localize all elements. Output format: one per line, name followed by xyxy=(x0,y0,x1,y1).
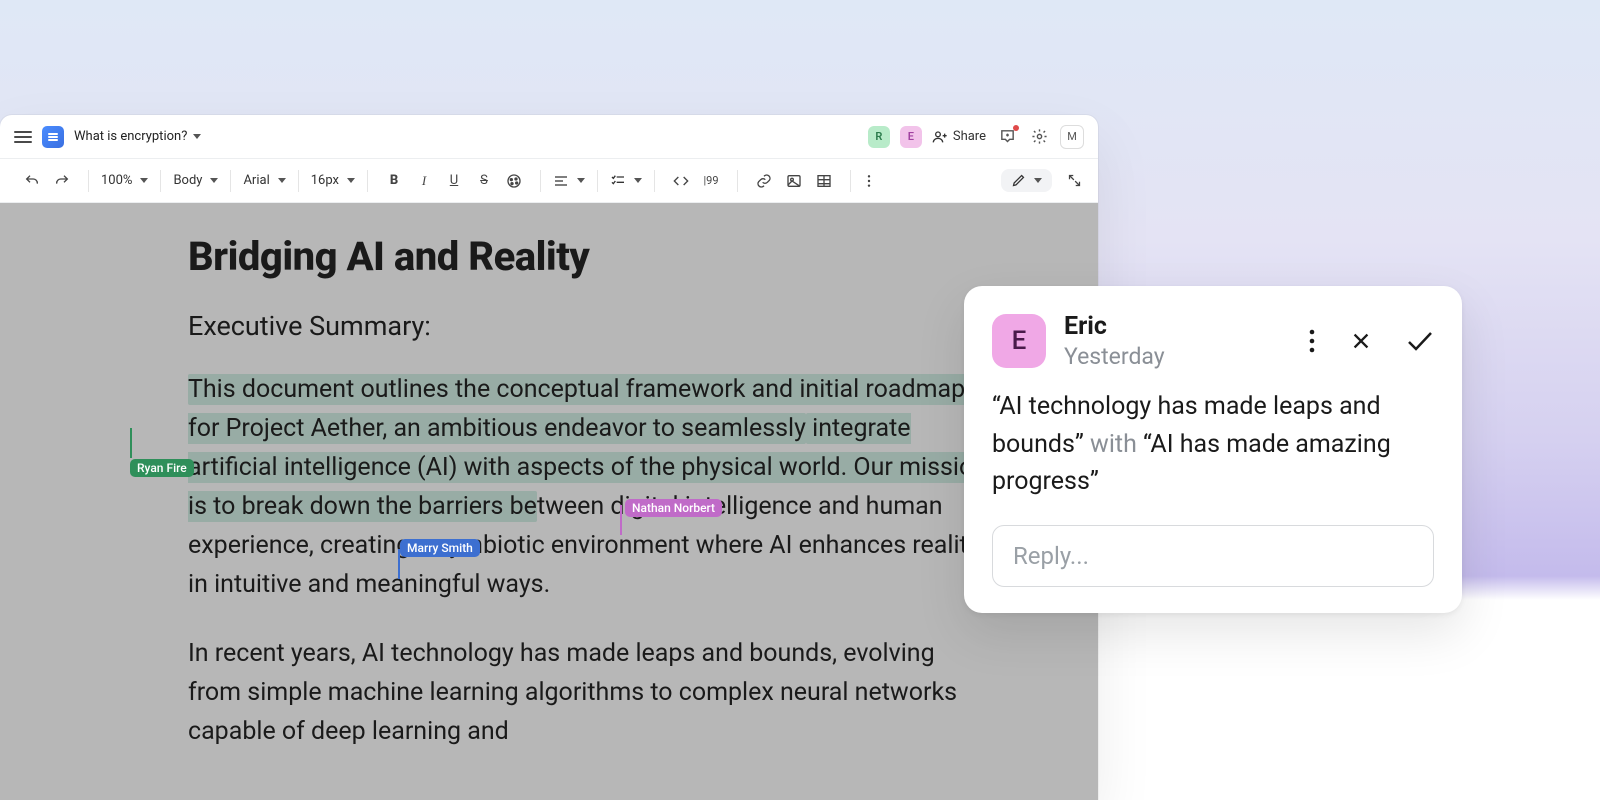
bold-button[interactable]: B xyxy=(384,167,404,195)
chevron-down-icon xyxy=(140,178,148,183)
doc-title-text: What is encryption? xyxy=(74,129,187,144)
notification-dot xyxy=(1013,125,1019,131)
size-select[interactable]: 16px xyxy=(307,173,359,188)
comment-avatar: E xyxy=(992,314,1046,368)
paragraph-2: In recent years, AI technology has made … xyxy=(188,634,988,751)
doc-heading: Bridging AI and Reality xyxy=(188,233,988,280)
pen-icon xyxy=(1011,173,1026,188)
doc-title[interactable]: What is encryption? xyxy=(74,129,201,144)
underline-button[interactable]: U xyxy=(444,167,464,195)
undo-button[interactable] xyxy=(22,167,42,195)
settings-icon[interactable] xyxy=(1028,126,1050,148)
reply-input[interactable]: Reply... xyxy=(992,525,1434,587)
code-button[interactable] xyxy=(671,167,691,195)
size-value: 16px xyxy=(311,173,339,188)
zoom-select[interactable]: 100% xyxy=(97,173,152,188)
line-number-button[interactable]: |99 xyxy=(701,167,721,195)
line-number-value: 99 xyxy=(706,174,718,187)
edit-mode-select[interactable] xyxy=(1001,169,1052,192)
redo-button[interactable] xyxy=(52,167,72,195)
align-left-icon xyxy=(553,173,569,189)
comment-header: E Eric Yesterday xyxy=(992,312,1434,370)
comment-card: E Eric Yesterday “AI technology has made… xyxy=(964,286,1462,613)
doc-app-icon xyxy=(42,126,64,148)
comment-timestamp: Yesterday xyxy=(1064,343,1165,370)
align-select[interactable] xyxy=(549,173,589,189)
more-button[interactable] xyxy=(859,167,879,195)
comment-author: Eric xyxy=(1064,312,1165,341)
comment-body: “AI technology has made leaps and bounds… xyxy=(992,388,1434,501)
collab-tag-ryan: Ryan Fire xyxy=(130,459,194,477)
user-avatar-m[interactable]: M xyxy=(1060,125,1084,149)
font-value: Arial xyxy=(243,173,269,188)
link-button[interactable] xyxy=(754,167,774,195)
style-value: Body xyxy=(173,173,202,188)
share-button[interactable]: Share xyxy=(932,129,986,145)
document-canvas[interactable]: Bridging AI and Reality Executive Summar… xyxy=(0,203,1098,800)
chevron-down-icon xyxy=(347,178,355,183)
comment-connector: with xyxy=(1084,430,1143,459)
reply-placeholder: Reply... xyxy=(1013,542,1089,570)
font-select[interactable]: Arial xyxy=(239,173,289,188)
paragraph-1: This document outlines the conceptual fr… xyxy=(188,370,988,604)
collab-tag-nathan: Nathan Norbert xyxy=(625,499,722,517)
topbar: What is encryption? R E Share M xyxy=(0,115,1098,159)
cursor-nathan xyxy=(620,505,622,535)
comment-resolve-button[interactable] xyxy=(1406,330,1434,352)
table-button[interactable] xyxy=(814,167,834,195)
collab-avatar-r[interactable]: R xyxy=(868,126,890,148)
chevron-down-icon xyxy=(210,178,218,183)
comments-icon[interactable] xyxy=(996,126,1018,148)
collab-tag-marry: Marry Smith xyxy=(400,539,480,557)
person-add-icon xyxy=(932,129,948,145)
style-select[interactable]: Body xyxy=(169,173,222,188)
image-button[interactable] xyxy=(784,167,804,195)
chevron-down-icon xyxy=(278,178,286,183)
chevron-down-icon xyxy=(577,178,585,183)
doc-subtitle: Executive Summary: xyxy=(188,310,988,342)
comment-more-button[interactable] xyxy=(1308,328,1316,354)
app-window: What is encryption? R E Share M xyxy=(0,115,1098,800)
checklist-icon xyxy=(610,173,626,189)
italic-button[interactable]: I xyxy=(414,167,434,195)
strikethrough-button[interactable]: S xyxy=(474,167,494,195)
title-dropdown-icon[interactable] xyxy=(193,134,201,139)
comment-close-button[interactable] xyxy=(1350,330,1372,352)
chevron-down-icon xyxy=(634,178,642,183)
share-label: Share xyxy=(953,129,986,144)
zoom-value: 100% xyxy=(101,173,132,188)
cursor-ryan xyxy=(130,428,132,458)
chevron-down-icon xyxy=(1034,178,1042,183)
checklist-select[interactable] xyxy=(606,173,646,189)
color-button[interactable] xyxy=(504,167,524,195)
collab-avatar-e[interactable]: E xyxy=(900,126,922,148)
menu-icon[interactable] xyxy=(14,131,32,143)
expand-button[interactable] xyxy=(1064,167,1084,195)
formatting-toolbar: 100% Body Arial 16px B I U S xyxy=(0,159,1098,203)
